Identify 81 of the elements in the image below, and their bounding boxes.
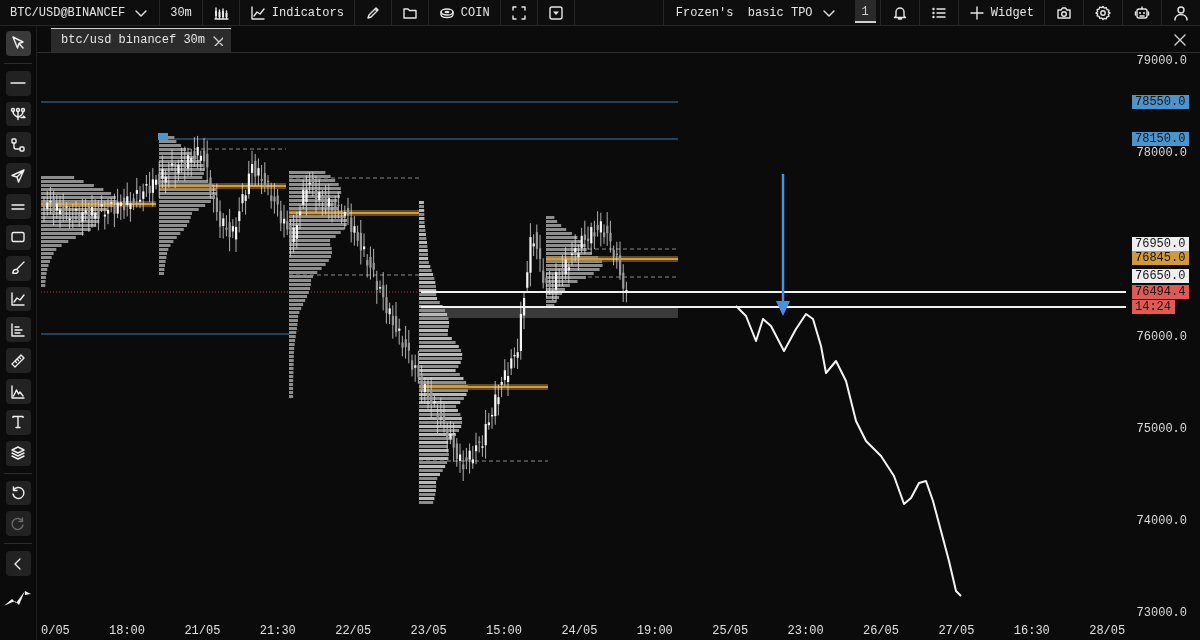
price-tag: 14:24 (1132, 300, 1175, 314)
time-label: 23:00 (787, 624, 824, 638)
layout-tab[interactable]: 1 (854, 0, 876, 23)
undo-button[interactable] (5, 480, 31, 506)
time-label: 18:00 (109, 624, 145, 638)
price-label: 75000.0 (1136, 422, 1187, 436)
chart-tab[interactable]: btc/usd binancef 30m (51, 28, 232, 52)
price-tag: 76650.0 (1132, 269, 1190, 283)
text-icon (10, 414, 26, 431)
close-icon (1172, 32, 1186, 46)
send-icon (10, 167, 26, 184)
close-button[interactable] (211, 34, 224, 46)
robot-icon (1134, 4, 1150, 21)
tool-button[interactable] (5, 409, 31, 435)
line-chart-icon (249, 4, 266, 21)
tool-button[interactable] (5, 317, 31, 343)
tool-button[interactable] (5, 70, 31, 96)
time-label: 16:30 (1013, 624, 1050, 638)
template-selector[interactable]: Frozen's basic TPO (662, 0, 851, 25)
widget-button[interactable]: Widget (957, 0, 1044, 25)
collapse-button[interactable] (5, 551, 31, 577)
tool-button[interactable] (5, 194, 31, 219)
camera-icon (1056, 4, 1072, 21)
bar-chart-icon (10, 321, 26, 338)
price-tag: 76494.4 (1132, 285, 1190, 299)
nodes-icon (10, 106, 26, 123)
time-label: 21:30 (259, 624, 296, 638)
line-icon (10, 82, 26, 85)
time-label: 22/05 (335, 624, 372, 638)
time-label: 21/05 (184, 624, 221, 638)
tool-button[interactable] (5, 286, 31, 312)
time-label: 0/05 (41, 624, 70, 638)
plus-icon (968, 4, 985, 21)
symbol-selector[interactable]: BTC/USD@BINANCEF (0, 0, 161, 25)
tool-button[interactable] (5, 379, 31, 404)
time-label: 25/05 (712, 624, 749, 638)
tool-button[interactable] (5, 348, 31, 374)
undo-icon (10, 485, 26, 501)
price-tag: 78150.0 (1132, 132, 1190, 146)
tool-button[interactable] (5, 255, 31, 281)
close-button[interactable] (1172, 32, 1186, 46)
tool-button[interactable] (5, 132, 31, 158)
tool-button[interactable] (5, 163, 31, 189)
connected-nodes-icon (10, 136, 26, 153)
coin-button[interactable]: COIN (428, 0, 501, 25)
settings-icon (1095, 4, 1111, 21)
price-tag: 76845.0 (1132, 251, 1190, 265)
time-label: 23/05 (410, 624, 447, 638)
cursor-icon (10, 35, 26, 52)
interval-button[interactable]: 30m (160, 0, 203, 25)
close-icon (211, 34, 224, 46)
redo-icon (10, 515, 26, 532)
price-label: 79000.0 (1136, 54, 1187, 68)
time-label: 26/05 (863, 624, 899, 638)
tool-button[interactable] (5, 31, 31, 56)
brush-icon (10, 260, 26, 277)
time-label: 15:00 (486, 624, 522, 638)
price-label: 78000.0 (1136, 146, 1187, 160)
time-label: 28/05 (1089, 624, 1126, 638)
price-tag: 76950.0 (1132, 237, 1190, 251)
time-label: 19:00 (636, 624, 673, 638)
dropdown-icon (547, 4, 564, 21)
tool-button[interactable] (5, 440, 31, 466)
indicators-button[interactable]: Indicators (239, 0, 355, 25)
price-label: 73000.0 (1136, 606, 1187, 620)
candlestick-icon (212, 4, 229, 21)
price-tag: 78550.0 (1132, 95, 1190, 109)
fullscreen-icon (510, 4, 527, 21)
price-label: 74000.0 (1136, 514, 1187, 528)
time-label: 27/05 (938, 624, 975, 638)
bell-icon (891, 4, 908, 21)
area-chart-icon (10, 383, 26, 400)
logo-icon (3, 588, 33, 608)
layers-icon (10, 445, 26, 462)
price-label: 76000.0 (1136, 330, 1187, 344)
time-label: 24/05 (561, 624, 598, 638)
tool-button[interactable] (5, 101, 31, 127)
user-icon (1173, 4, 1189, 21)
line-chart-icon (10, 291, 26, 308)
tool-button[interactable] (5, 224, 31, 250)
ruler-icon (10, 352, 26, 369)
